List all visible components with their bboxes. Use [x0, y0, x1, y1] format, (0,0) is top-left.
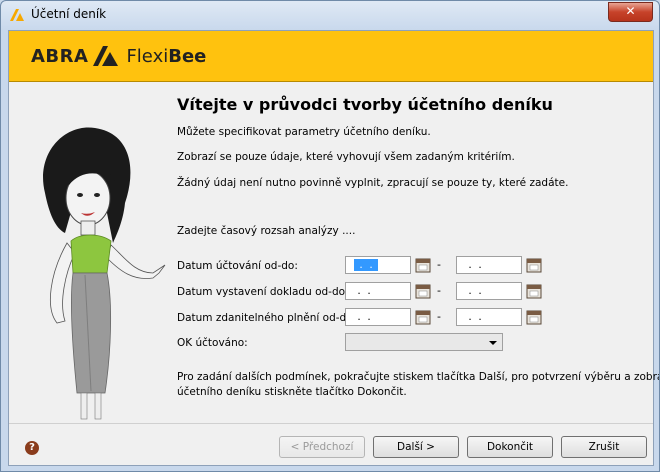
- dialog-window: Účetní deník ✕ ABRA Flexi Bee Vítejte v …: [0, 0, 660, 472]
- abra-logo-icon: [10, 9, 24, 21]
- issue-date-from-input[interactable]: . .: [345, 282, 411, 300]
- intro-text-1: Můžete specifikovat parametry účetního d…: [177, 126, 431, 138]
- issue-date-to-input[interactable]: . .: [456, 282, 522, 300]
- field-label-taxable-date: Datum zdanitelného plnění od-do:: [177, 312, 357, 324]
- wizard-heading: Vítejte v průvodci tvorby účetního deník…: [177, 95, 553, 114]
- intro-text-2: Zobrazí se pouze údaje, které vyhovují v…: [177, 151, 515, 163]
- brand-banner: ABRA Flexi Bee: [9, 31, 653, 82]
- help-icon[interactable]: ?: [25, 441, 39, 455]
- calendar-icon[interactable]: [415, 308, 431, 326]
- footer-text-1: Pro zadání dalších podmínek, pokračujte …: [177, 371, 660, 383]
- previous-button[interactable]: < Předchozí: [279, 436, 365, 458]
- taxable-date-from-input[interactable]: . .: [345, 308, 411, 326]
- cancel-button[interactable]: Zrušit: [561, 436, 647, 458]
- range-separator: -: [437, 310, 441, 323]
- footer-text-2: účetního deníku stiskněte tlačítko Dokon…: [177, 386, 407, 398]
- range-prompt: Zadejte časový rozsah analýzy ....: [177, 225, 356, 237]
- brand-abra: ABRA: [31, 45, 89, 67]
- field-label-ok-posted: OK účtováno:: [177, 337, 248, 349]
- calendar-icon[interactable]: [526, 308, 542, 326]
- brand-bee: Bee: [168, 45, 207, 67]
- window-title: Účetní deník: [31, 7, 107, 21]
- close-button[interactable]: ✕: [608, 2, 653, 22]
- chevron-down-icon: [489, 341, 497, 345]
- wizard-panel: ABRA Flexi Bee Vítejte v průvodci tvorby…: [8, 30, 659, 466]
- intro-text-3: Žádný údaj není nutno povinně vyplnit, z…: [177, 177, 569, 189]
- taxable-date-to-input[interactable]: . .: [456, 308, 522, 326]
- brand-flexi: Flexi: [126, 45, 169, 67]
- finish-button[interactable]: Dokončit: [467, 436, 553, 458]
- assistant-illustration: [43, 127, 166, 420]
- accounting-date-from-value: . .: [354, 259, 379, 271]
- field-label-issue-date: Datum vystavení dokladu od-do:: [177, 286, 349, 298]
- field-label-accounting-date: Datum účtování od-do:: [177, 260, 298, 272]
- footer-divider: [9, 423, 653, 424]
- accounting-date-from-input[interactable]: . .: [345, 256, 411, 274]
- range-separator: -: [437, 284, 441, 297]
- ok-posted-select[interactable]: [345, 333, 503, 351]
- brand-logo: ABRA Flexi Bee: [31, 45, 206, 67]
- range-separator: -: [437, 258, 441, 271]
- next-button[interactable]: Další >: [373, 436, 459, 458]
- title-bar[interactable]: Účetní deník ✕: [1, 1, 659, 29]
- accounting-date-to-input[interactable]: . .: [456, 256, 522, 274]
- calendar-icon[interactable]: [415, 282, 431, 300]
- calendar-icon[interactable]: [526, 256, 542, 274]
- calendar-icon[interactable]: [526, 282, 542, 300]
- flexibee-logo-icon: [93, 46, 119, 66]
- calendar-icon[interactable]: [415, 256, 431, 274]
